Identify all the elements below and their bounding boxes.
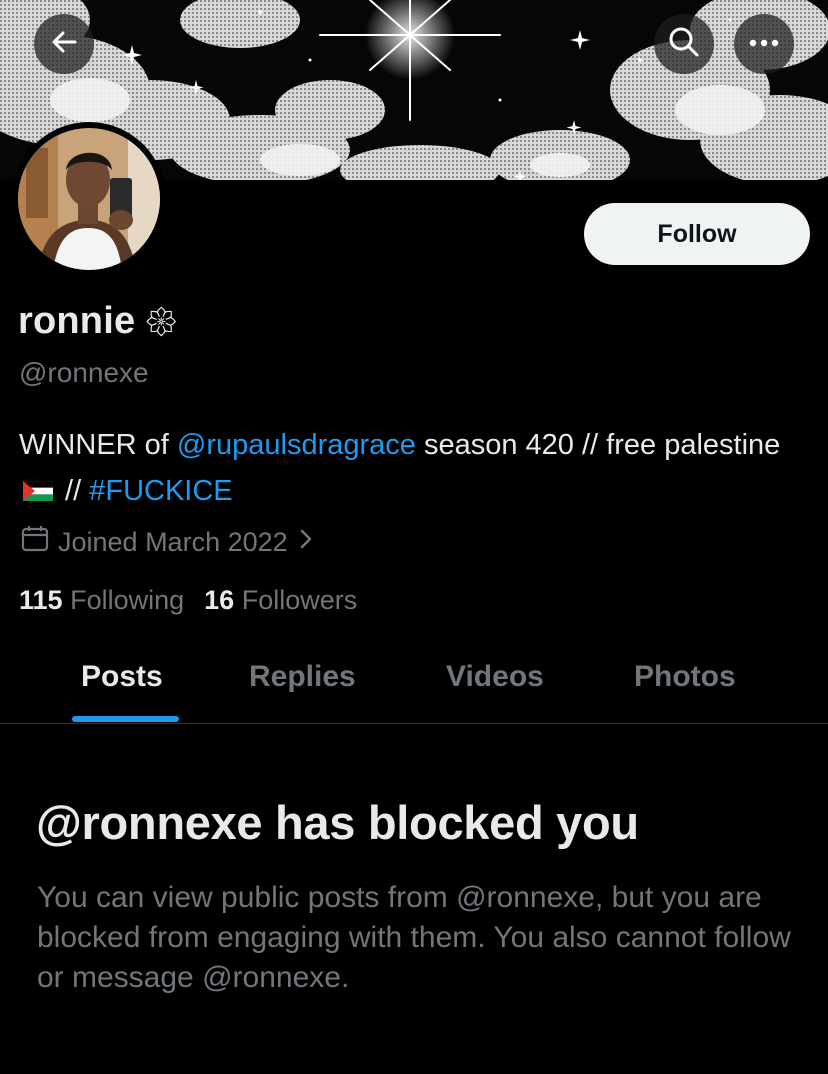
profile-handle: @ronnexe: [19, 357, 149, 388]
blocked-title: @ronnexe has blocked you: [36, 796, 639, 849]
chevron-right-icon: [296, 527, 316, 558]
tab-videos[interactable]: Videos: [446, 660, 544, 694]
profile-tabs: Posts Replies Videos Photos: [0, 650, 828, 724]
profile-bio: WINNER of @rupaulsdragrace season 420 //…: [19, 422, 809, 515]
name-emoji: 𑁍: [145, 302, 178, 342]
bio-hashtag-link[interactable]: #FUCKICE: [89, 475, 232, 507]
follow-button[interactable]: Follow: [584, 203, 810, 265]
more-button[interactable]: [734, 14, 794, 74]
profile-name: ronnie: [18, 299, 136, 342]
back-button[interactable]: [34, 14, 94, 74]
followers-count: 16: [204, 585, 235, 615]
following-label: Following: [70, 585, 185, 615]
tab-posts[interactable]: Posts: [81, 660, 163, 694]
tab-replies[interactable]: Replies: [249, 660, 356, 694]
arrow-left-icon: [49, 27, 79, 62]
palestine-flag-icon: [22, 469, 54, 515]
bio-prefix: WINNER of: [19, 429, 177, 461]
followers-stat[interactable]: 16 Followers: [204, 585, 357, 616]
search-button[interactable]: [654, 14, 714, 74]
follow-stats: 115 Following 16 Followers: [19, 585, 357, 616]
search-icon: [667, 25, 701, 64]
avatar-photo: [18, 128, 160, 270]
bio-separator: //: [57, 475, 90, 507]
joined-label: Joined March 2022: [58, 527, 288, 557]
followers-label: Followers: [241, 585, 358, 615]
calendar-icon: [20, 524, 50, 561]
joined-date[interactable]: Joined March 2022: [20, 524, 316, 561]
active-tab-indicator: [72, 716, 179, 722]
following-count: 115: [19, 585, 63, 615]
bio-middle: season 420 // free palestine: [415, 429, 781, 461]
following-stat[interactable]: 115 Following: [19, 585, 184, 616]
tab-photos[interactable]: Photos: [634, 660, 736, 694]
profile-name-row: ronnie 𑁍: [18, 298, 177, 344]
more-horizontal-icon: [749, 35, 779, 53]
bio-mention-link[interactable]: @rupaulsdragrace: [177, 429, 416, 461]
profile-avatar[interactable]: [12, 122, 166, 276]
blocked-message: You can view public posts from @ronnexe,…: [37, 881, 791, 994]
